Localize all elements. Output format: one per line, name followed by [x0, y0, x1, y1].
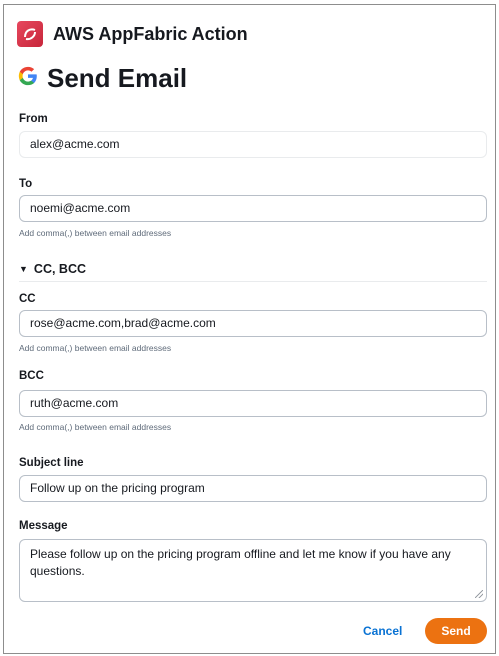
cc-field[interactable]: rose@acme.com,brad@acme.com — [19, 310, 487, 337]
appfabric-logo-icon — [17, 21, 43, 47]
to-label: To — [19, 178, 33, 190]
send-button[interactable]: Send — [425, 618, 487, 644]
from-label: From — [19, 113, 48, 125]
to-field[interactable]: noemi@acme.com — [19, 195, 487, 222]
to-hint: Add comma(,) between email addresses — [19, 228, 172, 238]
message-text: Please follow up on the pricing program … — [30, 547, 451, 578]
app-header: AWS AppFabric Action — [17, 20, 248, 48]
cc-label: CC — [19, 293, 36, 305]
cancel-button[interactable]: Cancel — [363, 624, 402, 638]
page-title: Send Email — [47, 62, 188, 93]
subject-label: Subject line — [19, 457, 84, 469]
app-title: AWS AppFabric Action — [53, 23, 248, 44]
resize-handle-icon[interactable] — [475, 590, 483, 598]
bcc-field[interactable]: ruth@acme.com — [19, 390, 487, 417]
message-textarea[interactable]: Please follow up on the pricing program … — [19, 539, 487, 602]
page-title-row: Send Email — [17, 60, 187, 96]
caret-down-icon: ▼ — [19, 264, 28, 274]
section-divider — [19, 281, 487, 282]
cc-bcc-toggle[interactable]: ▼ CC, BCC — [19, 262, 86, 276]
from-field[interactable]: alex@acme.com — [19, 131, 487, 158]
subject-field[interactable]: Follow up on the pricing program — [19, 475, 487, 502]
message-label: Message — [19, 520, 68, 532]
cc-bcc-label: CC, BCC — [33, 262, 87, 276]
cc-hint: Add comma(,) between email addresses — [19, 343, 172, 353]
google-g-icon — [17, 65, 39, 92]
bcc-label: BCC — [19, 370, 44, 382]
bcc-hint: Add comma(,) between email addresses — [19, 422, 172, 432]
